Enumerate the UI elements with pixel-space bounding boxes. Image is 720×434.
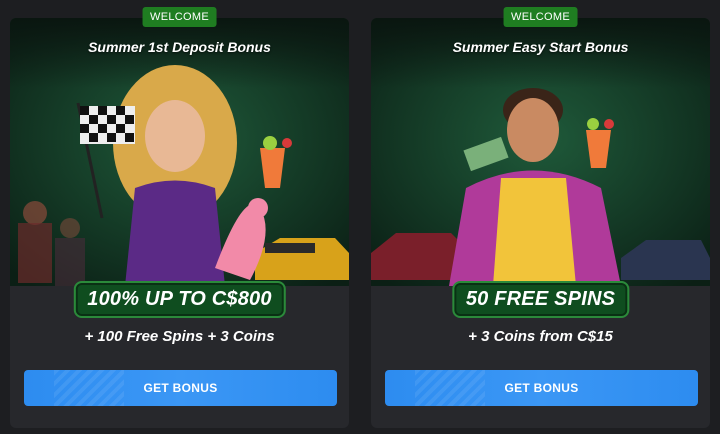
bonus-cards: WELCOME Summer 1st Deposit Bonus 100% UP… [0, 0, 720, 434]
bonus-subtext: + 3 Coins from C$15 [468, 328, 613, 345]
bonus-card-easy-start[interactable]: WELCOME Summer Easy Start Bonus 50 FREE … [371, 7, 710, 428]
button-pattern [54, 370, 124, 406]
get-bonus-label: GET BONUS [504, 381, 579, 395]
bonus-headline: 100% UP TO C$800 [73, 281, 286, 318]
card-title: Summer Easy Start Bonus [452, 39, 629, 55]
get-bonus-label: GET BONUS [143, 381, 218, 395]
welcome-badge: WELCOME [503, 7, 578, 27]
card-title: Summer 1st Deposit Bonus [88, 39, 271, 55]
bonus-card-1st-deposit[interactable]: WELCOME Summer 1st Deposit Bonus 100% UP… [10, 7, 349, 428]
get-bonus-button[interactable]: GET BONUS [24, 370, 337, 406]
bonus-subtext: + 100 Free Spins + 3 Coins [84, 328, 275, 345]
welcome-badge: WELCOME [142, 7, 217, 27]
button-pattern [415, 370, 485, 406]
get-bonus-button[interactable]: GET BONUS [385, 370, 698, 406]
bonus-headline: 50 FREE SPINS [451, 281, 630, 318]
promo-image-woman [10, 18, 349, 286]
promo-image-man [371, 18, 710, 286]
